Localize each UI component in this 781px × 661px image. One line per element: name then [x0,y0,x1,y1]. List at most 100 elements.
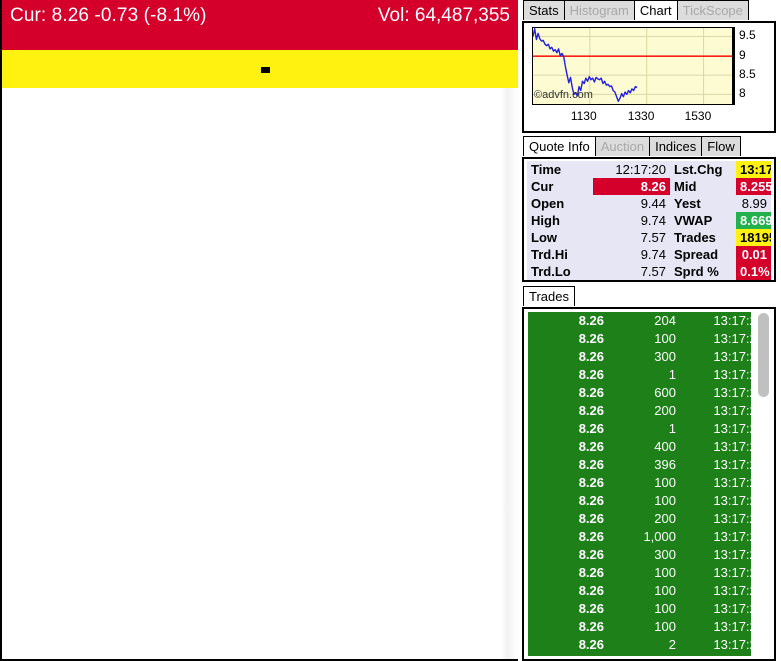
chart-y-tick-label: 9.5 [739,28,756,43]
quote-value-right: 13:17:20 [736,161,771,178]
quote-value-left: 7.57 [593,263,670,280]
trade-size: 2 [668,637,676,652]
current-price-summary: Cur: 8.26 -0.73 (-8.1%) [10,5,207,26]
trade-price: 8.26 [578,313,604,328]
quote-info-panel: Quote Info Auction Indices Flow Time 12:1… [520,136,778,284]
trade-size: 100 [654,619,676,634]
quote-value-right: 0.1% [736,263,771,280]
right-sidebar: Stats Histogram Chart TickScope ©advfn.c… [520,0,781,661]
trade-time: 13:17:20 [713,619,751,634]
tab-tickscope: TickScope [676,0,749,20]
trade-price: 8.26 [578,637,604,652]
quote-value-right: 8.255 [736,178,771,195]
quote-label-left: Trd.Hi [527,246,593,263]
quote-row: Time12:17:20Lst.Chg13:17:20 [527,161,771,178]
quote-value-left: 9.74 [593,212,670,229]
table-row[interactable]: 8.26 200 13:17:20 [528,402,751,420]
chart-y-tick-label: 9 [739,47,746,62]
trade-price: 8.26 [578,439,604,454]
main-panel-scrollbar[interactable] [501,88,518,659]
trade-size: 300 [654,547,676,562]
trade-price: 8.26 [578,619,604,634]
tick-marker-icon [261,67,270,73]
trade-price: 8.26 [578,457,604,472]
trade-time: 13:17:20 [713,475,751,490]
trade-time: 13:17:20 [713,421,751,436]
table-row[interactable]: 8.26 100 13:17:20 [528,330,751,348]
table-row[interactable]: 8.26 1,000 13:17:20 [528,528,751,546]
trade-price: 8.26 [578,385,604,400]
quote-value-right: 0.01 [736,246,771,263]
table-row[interactable]: 8.26 2 13:17:20 [528,636,751,654]
trade-price: 8.26 [578,349,604,364]
table-row[interactable]: 8.26 1 13:17:20 [528,420,751,438]
trading-terminal-window: Cur: 8.26 -0.73 (-8.1%) Vol: 64,487,355 … [0,0,781,661]
tab-flow[interactable]: Flow [701,136,741,156]
tab-stats[interactable]: Stats [523,0,565,20]
quote-row: Low7.57Trades181954 [527,229,771,246]
chart-y-axis [733,27,735,105]
trade-time: 13:17:20 [713,547,751,562]
trades-scrollbar-thumb[interactable] [758,313,769,397]
table-row[interactable]: 8.26 100 13:17:20 [528,492,751,510]
trade-price: 8.26 [578,331,604,346]
table-row[interactable]: 8.26 100 13:17:20 [528,618,751,636]
table-row[interactable]: 8.26 1 13:17:20 [528,366,751,384]
table-row[interactable]: 8.26 400 13:17:20 [528,438,751,456]
table-row[interactable]: 8.26 100 13:17:20 [528,600,751,618]
table-row[interactable]: 8.26 100 13:17:20 [528,582,751,600]
trade-price: 8.26 [578,529,604,544]
quote-info-frame: Time12:17:20Lst.Chg13:17:20Cur8.26Mid8.2… [522,157,776,282]
tab-chart[interactable]: Chart [633,0,678,20]
trades-tabstrip: Trades [520,286,778,308]
quote-label-left: High [527,212,593,229]
trade-time: 13:17:20 [713,493,751,508]
quote-row: Trd.Hi 9.74 Spread 0.01 [527,246,771,263]
trade-time: 13:17:20 [713,583,751,598]
table-row[interactable]: 8.26 200 13:17:20 [528,510,751,528]
quote-value-left: 8.26 [593,178,670,195]
table-row[interactable]: 8.26 100 13:17:20 [528,474,751,492]
table-row[interactable]: 8.26 100 13:17:20 [528,564,751,582]
table-row[interactable]: 8.26 300 13:17:20 [528,546,751,564]
table-row[interactable]: 8.26 600 13:17:20 [528,384,751,402]
quote-label-left: Time [527,161,593,178]
tab-trades[interactable]: Trades [523,286,575,306]
table-row[interactable]: 8.26 204 13:17:20 [528,312,751,330]
trade-time: 13:17:20 [713,457,751,472]
trade-price: 8.26 [578,403,604,418]
chart-tabstrip: Stats Histogram Chart TickScope [520,0,778,22]
trades-scrollbar[interactable] [756,312,771,656]
quote-label-right: Sprd % [670,263,736,280]
quote-row: High 9.74 VWAP 8.669 [527,212,771,229]
quote-row: Trd.Lo 7.57 Sprd % 0.1% [527,263,771,280]
chart-frame: ©advfn.com 9.5 9 8.5 8 1130 1330 1530 [522,21,776,133]
trade-size: 300 [654,349,676,364]
trade-time: 13:17:20 [713,565,751,580]
quote-tabstrip: Quote Info Auction Indices Flow [520,136,778,158]
tab-indices[interactable]: Indices [649,136,703,156]
trade-time: 13:17:20 [713,403,751,418]
tab-auction: Auction [594,136,651,156]
trade-size: 100 [654,565,676,580]
trade-time: 13:17:20 [713,367,751,382]
chart-y-axis-labels: 9.5 9 8.5 8 [737,27,774,105]
tab-quote-info[interactable]: Quote Info [523,136,596,156]
quote-value-left: 9.74 [593,246,670,263]
trade-size: 100 [654,331,676,346]
chart-x-tick-label: 1130 [570,109,597,123]
trade-size: 200 [654,511,676,526]
quote-label-right: Yest [670,195,736,212]
quote-label-left: Cur [527,178,593,195]
table-row[interactable]: 8.26 300 13:17:20 [528,348,751,366]
trade-price: 8.26 [578,475,604,490]
quote-value-left: 7.57 [593,229,670,246]
trades-panel: Trades 8.2620413:17:208.2610013:17:208.2… [520,286,778,661]
trade-time: 13:17:20 [713,313,751,328]
quote-label-right: VWAP [670,212,736,229]
main-content-area [2,88,518,659]
table-row[interactable]: 8.26 396 13:17:20 [528,456,751,474]
quote-label-left: Trd.Lo [527,263,593,280]
quote-value-right: 8.99 [736,195,771,212]
trade-size: 400 [654,439,676,454]
